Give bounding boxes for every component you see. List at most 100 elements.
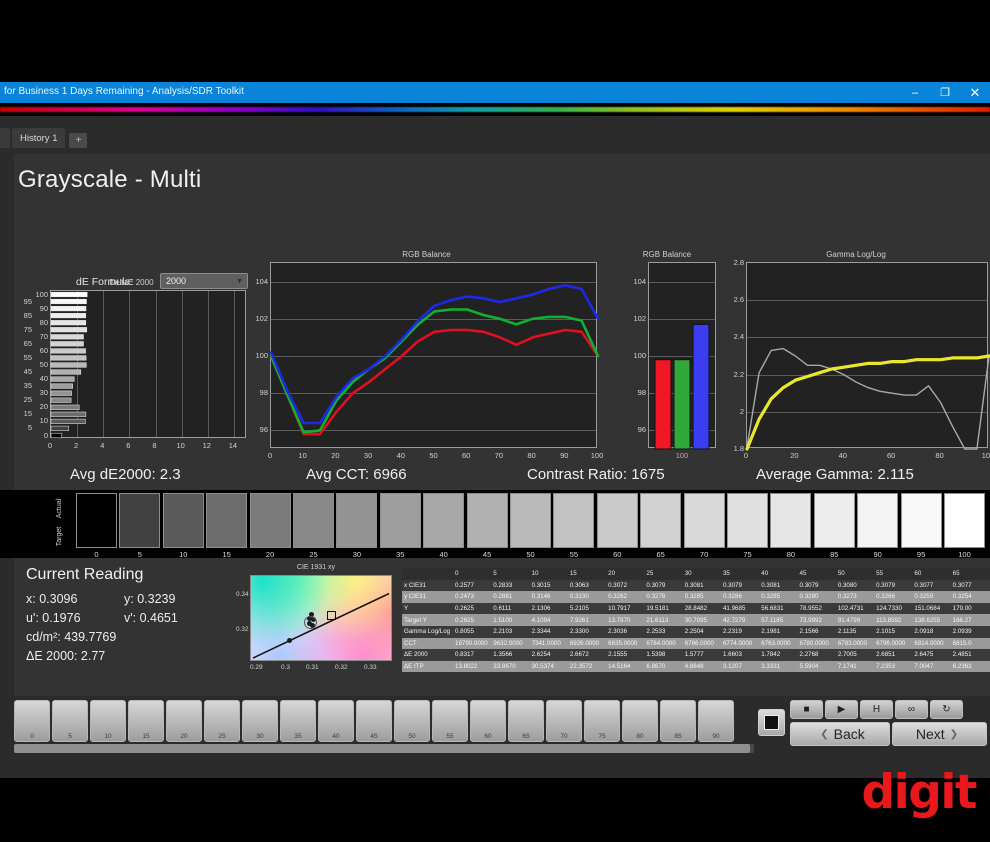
current-patch-preview[interactable] <box>758 709 785 736</box>
bottom-patch[interactable]: 75 <box>584 700 620 742</box>
grayscale-patch[interactable] <box>379 493 421 548</box>
minimize-icon[interactable]: – <box>900 82 930 103</box>
add-tab-button[interactable]: + <box>69 133 88 148</box>
table-cell: 7341.0000 <box>530 637 569 650</box>
grayscale-patch[interactable] <box>293 493 334 548</box>
refresh-icon[interactable]: ↻ <box>930 700 963 719</box>
grayscale-patch[interactable] <box>162 493 204 548</box>
scrollbar-thumb[interactable] <box>14 744 750 753</box>
table-cell: 30.5374 <box>530 660 569 673</box>
grayscale-patch[interactable] <box>76 493 117 548</box>
table-cell: 6784.0000 <box>645 637 684 650</box>
play-icon[interactable]: ▶ <box>825 700 858 719</box>
bottom-patch[interactable]: 20 <box>166 700 202 742</box>
grayscale-patch[interactable] <box>900 493 942 548</box>
grayscale-patch[interactable] <box>640 493 682 548</box>
grayscale-patch[interactable] <box>206 493 248 548</box>
grayscale-patch[interactable] <box>683 493 725 548</box>
bottom-patch[interactable]: 55 <box>432 700 468 742</box>
stop-icon[interactable]: ■ <box>790 700 823 719</box>
grayscale-patch-strip: Actual Target 0 5 10 15 20 25 30 35 40 45 50 55 60 65… <box>0 490 990 559</box>
grayscale-patch[interactable] <box>510 493 551 548</box>
table-column-header: 25 <box>645 568 684 580</box>
rgb-balance-line-chart: RGB Balance 104 102 100 98 96 0 10 20 30 40 50 60 70… <box>254 250 603 468</box>
table-row: x CIE31 0.2577 0.2833 0.3015 0.3063 0.3072 0.3… <box>402 579 990 592</box>
gamma-ytick: 2.6 <box>733 295 744 305</box>
grayscale-patch[interactable] <box>770 493 812 548</box>
bottom-patch[interactable]: 65 <box>508 700 544 742</box>
analysis-page: Grayscale - Multi dE Formula: 2000 ▼ Del… <box>0 154 990 696</box>
table-cell: 2.2319 <box>721 625 761 638</box>
table-cell: 33.8670 <box>492 660 531 673</box>
table-cell: 124.7330 <box>875 602 914 615</box>
tab-history-1[interactable]: History 1 <box>12 128 66 148</box>
loop-icon[interactable]: ∞ <box>895 700 928 719</box>
table-cell: 0.3266 <box>875 591 914 603</box>
bottom-patch[interactable]: 30 <box>242 700 278 742</box>
bottom-patch[interactable]: 60 <box>470 700 506 742</box>
maximize-icon[interactable]: ❐ <box>930 82 960 103</box>
close-icon[interactable]: ✕ <box>960 82 990 103</box>
delta-e-ytick-outer: 35 <box>23 381 32 391</box>
bottom-patch[interactable]: 90 <box>698 700 734 742</box>
bottom-patch-label: 0 <box>30 733 34 740</box>
grayscale-patch[interactable] <box>423 493 465 548</box>
grayscale-patch[interactable] <box>553 493 595 548</box>
table-cell: 0.8055 <box>454 625 493 638</box>
cie-xtick: 0.29 <box>250 664 263 671</box>
table-cell: 0.2625 <box>454 602 493 615</box>
reading-u-prime: u': 0.1976 <box>26 611 81 625</box>
grayscale-patch[interactable] <box>944 493 985 548</box>
bottom-patch[interactable]: 45 <box>356 700 392 742</box>
table-row-label: Gamma Log/Log <box>402 625 454 638</box>
bottom-patch[interactable]: 40 <box>318 700 354 742</box>
bottom-patch[interactable]: 50 <box>394 700 430 742</box>
horizontal-scrollbar[interactable] <box>14 744 754 753</box>
bottom-patch[interactable]: 35 <box>280 700 316 742</box>
table-cell: 138.6255 <box>913 614 952 626</box>
bottom-patch[interactable]: 0 <box>14 700 50 742</box>
table-cell: 0.3286 <box>721 591 761 603</box>
bottom-patch[interactable]: 15 <box>128 700 164 742</box>
bottom-patch[interactable]: 80 <box>622 700 658 742</box>
table-cell: 0.6111 <box>492 602 531 615</box>
table-cell: 10.7917 <box>607 602 646 615</box>
window-title-bar: for Business 1 Days Remaining - Analysis… <box>0 82 990 103</box>
gamma-xtick: 100 <box>981 451 990 460</box>
patch-actual <box>771 494 811 521</box>
grayscale-patch[interactable] <box>813 493 855 548</box>
grayscale-patch[interactable] <box>596 493 638 548</box>
table-cell: 28.8482 <box>683 602 722 615</box>
grayscale-patch[interactable] <box>119 493 161 548</box>
patch-target <box>120 520 160 547</box>
table-column-header: 20 <box>607 568 646 580</box>
back-button[interactable]: ❮ Back <box>790 722 890 746</box>
next-button[interactable]: Next ❯ <box>892 722 987 746</box>
device-bar <box>0 122 990 150</box>
bottom-patch[interactable]: 70 <box>546 700 582 742</box>
patch-actual <box>207 494 247 521</box>
table-cell: 2.0918 <box>913 625 952 638</box>
table-cell: 3.3331 <box>760 660 799 673</box>
bottom-patch[interactable]: 10 <box>90 700 126 742</box>
bottom-patch-label: 40 <box>332 733 340 740</box>
delta-e-bar <box>50 334 84 340</box>
table-cell: 6796.0000 <box>875 637 914 650</box>
patch-label: 75 <box>743 550 752 559</box>
table-cell: 0.2577 <box>454 579 493 592</box>
rgb-bar-ytick: 102 <box>633 313 646 323</box>
grayscale-patch[interactable] <box>336 493 378 548</box>
bottom-patch[interactable]: 85 <box>660 700 696 742</box>
table-cell: 0.3077 <box>951 579 990 592</box>
hold-icon[interactable]: H <box>860 700 893 719</box>
patch-label: 90 <box>873 550 882 559</box>
grayscale-patch[interactable] <box>249 493 291 548</box>
table-cell: 57.1185 <box>760 614 799 626</box>
grayscale-patch[interactable] <box>727 493 768 548</box>
grayscale-patch[interactable] <box>857 493 899 548</box>
bottom-patch[interactable]: 5 <box>52 700 88 742</box>
calman-application-window: for Business 1 Days Remaining - Analysis… <box>0 82 990 778</box>
bottom-patch[interactable]: 25 <box>204 700 240 742</box>
grayscale-patch[interactable] <box>466 493 508 548</box>
table-cell: 0.3072 <box>607 579 646 592</box>
